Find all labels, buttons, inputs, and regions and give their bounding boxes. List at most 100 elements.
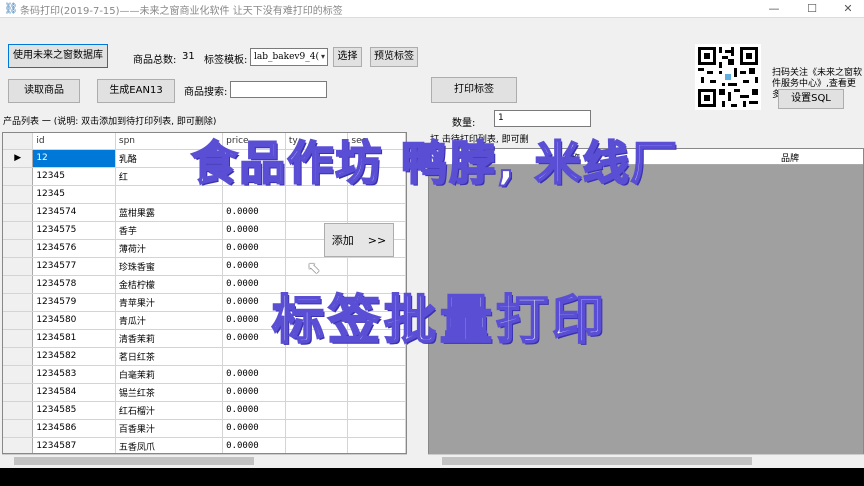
cell-sec[interactable] xyxy=(347,257,406,276)
cell-sec[interactable] xyxy=(347,383,406,402)
cell-ty[interactable] xyxy=(285,203,349,222)
cell-ty[interactable] xyxy=(285,437,349,453)
cell-id[interactable]: 1234584 xyxy=(32,383,116,402)
cell-ty[interactable] xyxy=(285,383,349,402)
cell-id[interactable]: 1234585 xyxy=(32,401,116,420)
product-grid-scrollbar[interactable] xyxy=(2,454,407,466)
row-header[interactable] xyxy=(3,257,34,276)
cell-name[interactable]: 香芋 xyxy=(115,221,224,240)
cell-name[interactable]: 白毫茉莉 xyxy=(115,365,224,384)
cell-sec[interactable] xyxy=(347,203,406,222)
row-header[interactable] xyxy=(3,293,34,312)
scrollbar-thumb[interactable] xyxy=(442,457,752,465)
row-header[interactable] xyxy=(3,203,34,222)
cell-id[interactable]: 1234583 xyxy=(32,365,116,384)
table-row[interactable]: 1234584 锡兰红茶 0.0000 xyxy=(3,383,406,402)
row-header[interactable] xyxy=(3,437,34,453)
print-list-scrollbar[interactable] xyxy=(428,454,864,466)
cell-name[interactable]: 百香果汁 xyxy=(115,419,224,438)
cell-id[interactable]: 1234579 xyxy=(32,293,116,312)
maximize-button[interactable]: ☐ xyxy=(794,0,830,18)
double-arrow-right-icon: >> xyxy=(367,233,387,247)
cell-price[interactable]: 0.0000 xyxy=(222,221,286,240)
cell-name[interactable]: 五香凤爪 xyxy=(115,437,224,453)
template-select[interactable]: lab_bakev9_4( ▾ xyxy=(250,48,328,66)
cell-id[interactable]: 1234576 xyxy=(32,239,116,258)
qty-input[interactable]: 1 xyxy=(494,110,591,127)
table-row[interactable]: 1234586 百香果汁 0.0000 xyxy=(3,419,406,438)
cell-id[interactable]: 1234580 xyxy=(32,311,116,330)
cell-price[interactable]: 0.0000 xyxy=(222,401,286,420)
table-row[interactable]: 1234587 五香凤爪 0.0000 xyxy=(3,437,406,453)
cell-price[interactable]: 0.0000 xyxy=(222,383,286,402)
cell-ty[interactable] xyxy=(285,365,349,384)
cell-sec[interactable] xyxy=(347,419,406,438)
search-label: 商品搜索: xyxy=(184,87,228,98)
use-db-button[interactable]: 使用未来之窗数据库 xyxy=(8,44,108,68)
cell-name[interactable]: 蓝柑果露 xyxy=(115,203,224,222)
cell-ty[interactable] xyxy=(285,419,349,438)
cell-id[interactable]: 1234581 xyxy=(32,329,116,348)
cell-name[interactable]: 薄荷汁 xyxy=(115,239,224,258)
row-header[interactable] xyxy=(3,221,34,240)
cell-name[interactable]: 锡兰红茶 xyxy=(115,383,224,402)
row-header[interactable]: ▶ xyxy=(3,149,34,168)
cell-price[interactable]: 0.0000 xyxy=(222,419,286,438)
cell-price[interactable]: 0.0000 xyxy=(222,437,286,453)
cell-ty[interactable] xyxy=(285,401,349,420)
cell-name[interactable]: 珍珠香蜜 xyxy=(115,257,224,276)
table-row[interactable]: 1234583 白毫茉莉 0.0000 xyxy=(3,365,406,384)
cell-name[interactable]: 红石榴汁 xyxy=(115,401,224,420)
cell-id[interactable]: 1234587 xyxy=(32,437,116,453)
total-label: 商品总数: xyxy=(133,55,177,66)
row-header-corner xyxy=(3,133,34,150)
overlay-title-line1: 食品作坊 鸭脖, 米线厂 xyxy=(190,135,679,191)
cell-price[interactable]: 0.0000 xyxy=(222,203,286,222)
cell-id[interactable]: 1234582 xyxy=(32,347,116,366)
preview-button[interactable]: 预览标签 xyxy=(370,47,418,67)
table-row[interactable]: 1234577 珍珠香蜜 0.0000 xyxy=(3,257,406,276)
row-header[interactable] xyxy=(3,347,34,366)
template-label: 标签模板: xyxy=(204,55,248,66)
table-row[interactable]: 1234585 红石榴汁 0.0000 xyxy=(3,401,406,420)
add-button[interactable]: 添加 >> xyxy=(324,223,394,257)
row-header[interactable] xyxy=(3,419,34,438)
row-header[interactable] xyxy=(3,329,34,348)
table-row[interactable]: 1234574 蓝柑果露 0.0000 xyxy=(3,203,406,222)
cell-id[interactable]: 1234574 xyxy=(32,203,116,222)
chevron-down-icon: ▾ xyxy=(320,52,325,61)
cell-sec[interactable] xyxy=(347,365,406,384)
close-button[interactable]: ✕ xyxy=(830,0,864,18)
cell-id[interactable]: 1234577 xyxy=(32,257,116,276)
template-select-value: lab_bakev9_4( xyxy=(254,52,319,62)
cell-id[interactable]: 1234586 xyxy=(32,419,116,438)
add-button-label: 添加 xyxy=(331,233,354,247)
cell-price[interactable]: 0.0000 xyxy=(222,257,286,276)
row-header[interactable] xyxy=(3,167,34,186)
window-title: 条码打印(2019-7-15)——未来之窗商业化软件 让天下没有难打印的标签 xyxy=(20,6,343,17)
cell-id[interactable]: 1234575 xyxy=(32,221,116,240)
gen-ean13-button[interactable]: 生成EAN13 xyxy=(97,79,175,103)
product-list-caption: 产品列表 一 (说明: 双击添加到待打印列表, 即可删除) xyxy=(3,117,217,127)
row-header[interactable] xyxy=(3,185,34,204)
cell-id[interactable]: 1234578 xyxy=(32,275,116,294)
cell-sec[interactable] xyxy=(347,437,406,453)
scrollbar-thumb[interactable] xyxy=(14,457,254,465)
row-header[interactable] xyxy=(3,401,34,420)
cell-price[interactable]: 0.0000 xyxy=(222,365,286,384)
row-header[interactable] xyxy=(3,311,34,330)
qr-code-icon xyxy=(695,44,761,110)
search-input[interactable] xyxy=(230,81,327,98)
read-goods-button[interactable]: 读取商品 xyxy=(8,79,80,103)
row-header[interactable] xyxy=(3,239,34,258)
cell-sec[interactable] xyxy=(347,401,406,420)
cell-price[interactable]: 0.0000 xyxy=(222,239,286,258)
row-header[interactable] xyxy=(3,383,34,402)
row-header[interactable] xyxy=(3,365,34,384)
print-button[interactable]: 打印标签 xyxy=(431,77,517,103)
mouse-cursor-icon: ⬉ xyxy=(307,258,321,277)
select-button[interactable]: 选择 xyxy=(333,47,362,67)
minimize-button[interactable]: — xyxy=(756,0,792,18)
set-sql-button[interactable]: 设置SQL xyxy=(778,89,844,109)
row-header[interactable] xyxy=(3,275,34,294)
